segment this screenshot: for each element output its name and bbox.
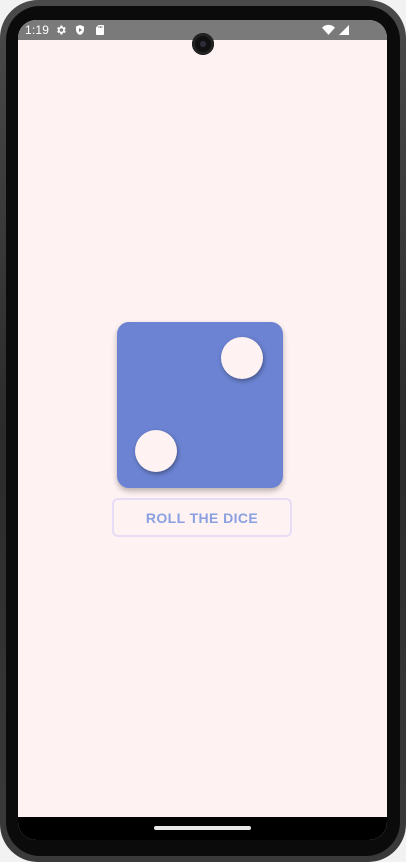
- app-screen: 1:19 ROLL THE DICE: [18, 20, 387, 840]
- dice-face: [117, 322, 283, 488]
- dice-pip-bottom-left: [135, 430, 177, 472]
- wifi-icon: [322, 24, 335, 35]
- navigation-bar: [18, 817, 387, 840]
- front-camera: [192, 33, 214, 55]
- home-gesture-handle[interactable]: [154, 826, 251, 830]
- shield-play-icon: [76, 25, 84, 35]
- signal-icon: [339, 25, 349, 35]
- settings-gear-icon: [57, 25, 66, 35]
- status-time: 1:19: [25, 23, 50, 37]
- roll-the-dice-button[interactable]: ROLL THE DICE: [112, 498, 292, 537]
- sd-card-icon: [96, 25, 104, 35]
- dice-pip-top-right: [221, 337, 263, 379]
